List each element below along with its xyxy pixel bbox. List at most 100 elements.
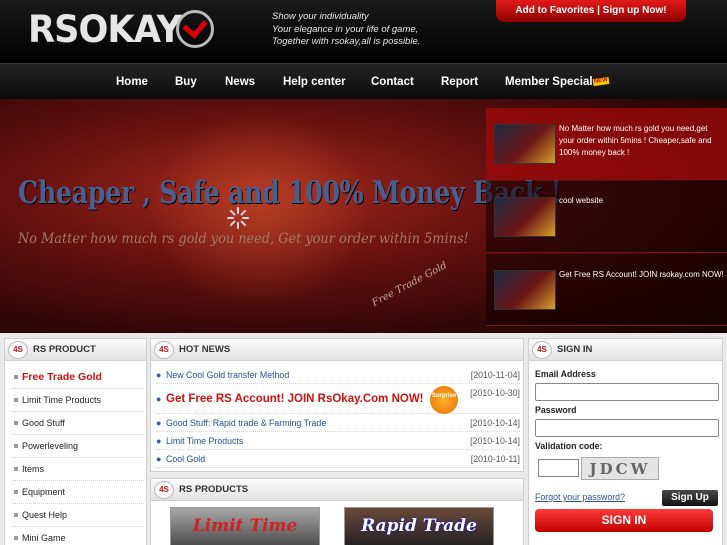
product-link[interactable]: Mini Game — [13, 527, 144, 545]
box-title: RS PRODUCT — [33, 344, 96, 355]
banner-slide-item[interactable]: Get Free RS Account! JOIN rsokay.com NOW… — [486, 254, 727, 326]
product-label: Powerleveling — [22, 441, 79, 451]
slogan-line: Show your individuality — [272, 11, 369, 22]
banner-tag: Free Trade Gold — [370, 260, 449, 309]
slide-thumbnail — [494, 124, 556, 164]
slide-text: cool website — [559, 196, 604, 205]
bullet-icon — [14, 421, 18, 426]
bullet-icon: ● — [156, 454, 162, 464]
product-link[interactable]: Limit Time Products — [13, 389, 144, 412]
banner-subline: No Matter how much rs gold you need, Get… — [18, 231, 469, 247]
news-title[interactable]: Get Free RS Account! JOIN RsOkay.Com NOW… — [166, 384, 424, 414]
product-card[interactable]: Limit Time — [170, 507, 320, 545]
bullet-icon — [14, 490, 18, 495]
news-date: [2010-11-04] — [470, 370, 520, 380]
captcha-image: JDCW — [581, 457, 659, 480]
4s-badge-icon: 4S — [532, 341, 552, 359]
sign-in-box: 4S SIGN IN Email Address Password Valida… — [528, 338, 723, 545]
nav-report[interactable]: Report — [441, 64, 478, 100]
product-label: Items — [22, 464, 45, 474]
nav-news[interactable]: News — [225, 64, 255, 100]
main-nav: Home Buy News Help center Contact Report… — [0, 63, 727, 99]
add-favorites-signup-link[interactable]: Add to Favorites | Sign up Now! — [496, 0, 686, 22]
bullet-icon — [14, 467, 18, 472]
bullet-icon: ● — [156, 394, 162, 404]
slide-thumbnail — [494, 270, 556, 310]
email-field[interactable] — [535, 383, 719, 401]
box-title: RS PRODUCTS — [179, 484, 249, 495]
sign-up-button[interactable]: Sign Up — [662, 490, 718, 506]
product-link[interactable]: Free Trade Gold — [13, 366, 144, 389]
product-link[interactable]: Items — [13, 458, 144, 481]
news-title[interactable]: Cool Gold — [166, 450, 205, 468]
4s-badge-icon: 4S — [8, 341, 28, 359]
slogan-line: Together with rsokay,all is possible. — [272, 36, 421, 47]
news-item[interactable]: ● Limit Time Products [2010-10-14] — [156, 432, 520, 450]
product-label: Equipment — [22, 487, 66, 497]
slide-text: Get Free RS Account! JOIN rsokay.com NOW… — [559, 270, 724, 279]
news-title[interactable]: Good Stuff: Rapid trade & Farming Trade — [166, 414, 326, 432]
news-title[interactable]: New Cool Gold transfer Method — [166, 366, 289, 384]
slogan-line: Your elegance in your life of game, — [272, 23, 419, 35]
product-label: Good Stuff — [22, 418, 65, 428]
rs-products-box: 4S RS PRODUCTS Limit Time Rapid Trade — [150, 478, 524, 545]
loading-spinner-icon — [226, 206, 250, 230]
banner-slide-item[interactable]: No Matter how much rs gold you need,get … — [486, 108, 727, 180]
email-label: Email Address — [535, 369, 596, 379]
product-card[interactable]: Rapid Trade — [344, 507, 494, 545]
product-link[interactable]: Good Stuff — [13, 412, 144, 435]
slide-text: No Matter how much rs gold you need,get … — [559, 124, 712, 157]
banner-side-panel: No Matter how much rs gold you need,get … — [486, 108, 727, 330]
product-label: Limit Time Products — [22, 395, 102, 405]
box-header: 4S RS PRODUCTS — [151, 479, 523, 501]
rs-product-box: 4S RS PRODUCT Free Trade Gold Limit Time… — [4, 338, 147, 545]
forgot-password-link[interactable]: Forgot your password? — [535, 492, 625, 502]
bullet-icon — [14, 398, 18, 403]
site-logo[interactable]: RSOKAY — [28, 8, 182, 51]
header-bar: RSOKAY Show your individuality Your eleg… — [0, 0, 727, 63]
sign-in-button[interactable]: SIGN IN — [535, 509, 713, 532]
bullet-icon — [14, 444, 18, 449]
product-label: Free Trade Gold — [22, 371, 102, 383]
validation-code-input[interactable] — [538, 459, 579, 477]
box-title: SIGN IN — [557, 344, 593, 355]
news-item[interactable]: ● Cool Gold [2010-10-11] — [156, 450, 520, 468]
nav-member-special[interactable]: Member Special — [505, 64, 593, 100]
product-label: Mini Game — [22, 533, 66, 543]
slide-thumbnail — [494, 197, 556, 237]
bullet-icon — [14, 536, 18, 541]
password-label: Password — [535, 405, 577, 415]
news-date: [2010-10-14] — [470, 436, 520, 446]
product-link[interactable]: Equipment — [13, 481, 144, 504]
4s-badge-icon: 4S — [154, 341, 174, 359]
box-header: 4S RS PRODUCT — [5, 339, 146, 361]
news-date: [2010-10-11] — [470, 454, 520, 464]
news-item[interactable]: ● Good Stuff: Rapid trade & Farming Trad… — [156, 414, 520, 432]
product-card-title: Limit Time — [192, 516, 298, 536]
nav-contact[interactable]: Contact — [371, 64, 414, 100]
hot-news-box: 4S HOT NEWS ● New Cool Gold transfer Met… — [150, 338, 524, 472]
nav-help-center[interactable]: Help center — [283, 64, 346, 100]
product-card-title: Rapid Trade — [361, 516, 477, 536]
news-date: [2010-10-30] — [470, 388, 520, 398]
validation-label: Validation code: — [535, 441, 603, 451]
news-title[interactable]: Limit Time Products — [166, 432, 243, 450]
product-link[interactable]: Powerleveling — [13, 435, 144, 458]
surprise-badge: Surprise — [430, 386, 458, 414]
product-link[interactable]: Quest Help — [13, 504, 144, 527]
bullet-icon — [14, 513, 18, 518]
news-item[interactable]: ● Get Free RS Account! JOIN RsOkay.Com N… — [156, 384, 520, 414]
news-date: [2010-10-14] — [470, 418, 520, 428]
nav-home[interactable]: Home — [116, 64, 148, 100]
news-item[interactable]: ● New Cool Gold transfer Method [2010-11… — [156, 366, 520, 384]
bullet-icon: ● — [156, 370, 162, 380]
banner-slide-item[interactable]: cool website — [486, 181, 727, 253]
nav-buy[interactable]: Buy — [175, 64, 197, 100]
box-title: HOT NEWS — [179, 344, 231, 355]
box-header: 4S HOT NEWS — [151, 339, 523, 361]
bullet-icon: ● — [156, 436, 162, 446]
password-field[interactable] — [535, 419, 719, 437]
slogan: Show your individuality Your elegance in… — [272, 11, 420, 49]
box-header: 4S SIGN IN — [529, 339, 722, 361]
banner-headline: Cheaper , Safe and 100% Money Back ! — [18, 175, 562, 211]
